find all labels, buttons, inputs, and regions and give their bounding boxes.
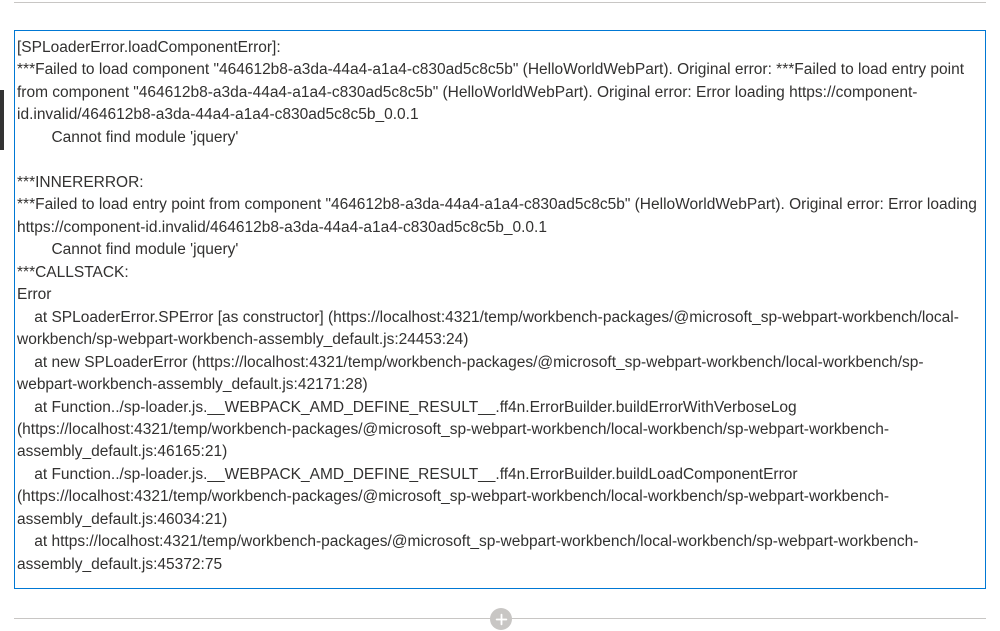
error-main: ***Failed to load component "464612b8-a3… <box>17 61 968 123</box>
error-panel[interactable]: [SPLoaderError.loadComponentError]: ***F… <box>14 30 986 589</box>
callstack-error: Error <box>17 286 51 303</box>
inner-error-header: ***INNERERROR: <box>17 174 144 191</box>
add-webpart-button[interactable] <box>490 608 512 630</box>
inner-error: ***Failed to load entry point from compo… <box>17 196 981 235</box>
error-message: [SPLoaderError.loadComponentError]: ***F… <box>15 31 985 588</box>
inner-error-detail: Cannot find module 'jquery' <box>17 241 238 258</box>
plus-icon <box>495 613 508 626</box>
error-main-detail: Cannot find module 'jquery' <box>17 129 238 146</box>
selection-indicator <box>0 90 4 150</box>
stack-frame-1: at SPLoaderError.SPError [as constructor… <box>17 309 959 348</box>
error-header: [SPLoaderError.loadComponentError]: <box>17 39 281 56</box>
stack-frame-3: at Function../sp-loader.js.__WEBPACK_AMD… <box>17 399 889 461</box>
top-divider <box>14 2 986 3</box>
stack-frame-5: at https://localhost:4321/temp/workbench… <box>17 533 918 572</box>
stack-frame-2: at new SPLoaderError (https://localhost:… <box>17 354 924 393</box>
callstack-header: ***CALLSTACK: <box>17 264 129 281</box>
stack-frame-4: at Function../sp-loader.js.__WEBPACK_AMD… <box>17 466 889 528</box>
